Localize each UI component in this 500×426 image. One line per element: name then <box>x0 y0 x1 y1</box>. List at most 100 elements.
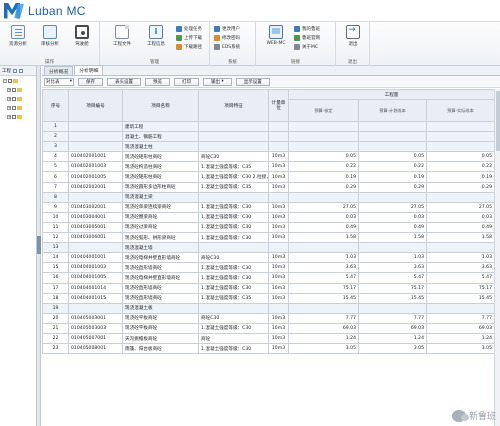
cell-feature[interactable]: 1.混凝土强度等级：C30 <box>198 201 269 213</box>
project-info-button[interactable]: 工程信息 <box>142 25 170 55</box>
cell-unit[interactable]: 10m3 <box>268 151 289 163</box>
cell-budget-planned[interactable]: 75.17 <box>358 282 427 294</box>
web-mc-button[interactable]: WEB-MC <box>262 25 290 55</box>
table-row[interactable]: 16 010404001005 现浇砼电梯井壁直形墙商砼 1.混凝土强度等级：C30 1… <box>42 272 495 284</box>
tree-expand-icon[interactable]: + <box>7 114 11 119</box>
cell-feature[interactable] <box>198 302 269 314</box>
col-header-quantity[interactable]: 工程量 <box>288 89 495 100</box>
vertical-scrollbar[interactable] <box>494 89 500 426</box>
cell-unit[interactable]: 10m3 <box>268 181 289 193</box>
cell-name[interactable]: 现浇砼直形墙商砼 <box>122 262 199 274</box>
cell-budget-approved[interactable] <box>288 191 359 203</box>
cell-budget-actual[interactable]: 7.77 <box>426 312 495 324</box>
cell-budget-approved[interactable]: 1.58 <box>288 232 359 244</box>
tree-node[interactable]: + <box>0 103 36 112</box>
cell-unit[interactable]: 10m3 <box>268 252 289 264</box>
tab-analysis-detail[interactable]: 分析明细 <box>74 65 104 75</box>
cell-code[interactable]: 010403005001 <box>68 221 123 234</box>
table-row[interactable]: 3 现浇混凝土柱 <box>42 141 495 153</box>
cell-seq[interactable]: 11 <box>42 221 69 234</box>
cell-seq[interactable]: 15 <box>42 262 69 274</box>
upload-download-button[interactable]: 上传下载 <box>176 34 202 42</box>
cell-budget-actual[interactable]: 69.03 <box>426 322 495 334</box>
exit-button[interactable]: 退出 <box>339 25 367 55</box>
scrollbar-thumb[interactable] <box>496 91 500 151</box>
cell-name[interactable]: 现浇砼圈梁商砼 <box>122 211 199 223</box>
table-row[interactable]: 19 现浇混凝土板 <box>42 302 495 314</box>
cell-name[interactable]: 雨篷、阳台板商砼 <box>122 343 199 355</box>
collapse-icon[interactable] <box>19 68 23 73</box>
cell-feature[interactable]: 1.混凝土强度等级：C30 <box>198 221 269 234</box>
cell-name[interactable]: 混凝土、钢筋工程 <box>122 131 199 143</box>
cell-budget-planned[interactable]: 0.05 <box>358 151 427 163</box>
cell-code[interactable]: 010403006001 <box>68 232 123 244</box>
cell-budget-approved[interactable]: 27.05 <box>288 201 359 213</box>
cell-budget-planned[interactable] <box>358 242 427 254</box>
cell-seq[interactable]: 19 <box>42 302 69 314</box>
cell-code[interactable]: 010402001003 <box>68 161 123 173</box>
cell-seq[interactable]: 8 <box>42 191 69 203</box>
cell-budget-approved[interactable]: 0.03 <box>288 211 359 223</box>
cell-budget-actual[interactable] <box>426 141 495 153</box>
cell-name[interactable]: 现浇砼平板商砼 <box>122 312 199 324</box>
cell-feature[interactable] <box>198 191 269 203</box>
col-header-seq[interactable]: 序号 <box>42 89 69 122</box>
cell-code[interactable] <box>68 191 123 203</box>
cell-unit[interactable]: 10m3 <box>268 211 289 223</box>
cell-budget-approved[interactable]: 69.03 <box>288 322 359 334</box>
table-row[interactable]: 5 010402001003 现浇砼构造柱商砼 1.混凝土强度等级：C35 10m3 0.… <box>42 161 495 173</box>
table-row[interactable]: 11 010403005001 现浇砼过梁商砼 1.混凝土强度等级：C30 10m3 0.… <box>42 221 495 234</box>
cell-unit[interactable]: 10m3 <box>268 201 289 213</box>
cell-feature[interactable]: 1.混凝土强度等级：C30 <box>198 282 269 294</box>
cell-budget-actual[interactable] <box>426 302 495 314</box>
cell-name[interactable]: 现浇砼矩形柱商砼 <box>122 151 199 163</box>
cell-budget-actual[interactable]: 1.03 <box>426 252 495 264</box>
tree-node[interactable]: - <box>0 76 36 85</box>
cell-unit[interactable]: 10m3 <box>268 322 289 334</box>
table-row[interactable]: 22 010405007001 天沟挑檐板商砼 商砼 10m3 1.24 1.24 1.24 <box>42 332 495 345</box>
cell-name[interactable]: 现浇混凝土墙 <box>122 242 199 254</box>
cell-budget-planned[interactable] <box>358 141 427 153</box>
cell-seq[interactable]: 17 <box>42 282 69 294</box>
cell-unit[interactable]: 10m3 <box>268 282 289 294</box>
table-row[interactable]: 10 010403004001 现浇砼圈梁商砼 1.混凝土强度等级：C30 10m3 0.… <box>42 211 495 223</box>
cell-code[interactable]: 010404001005 <box>68 272 123 284</box>
cell-seq[interactable]: 3 <box>42 141 69 153</box>
cell-budget-approved[interactable]: 3.05 <box>288 343 359 355</box>
cell-budget-actual[interactable] <box>426 191 495 203</box>
tree-checkbox[interactable] <box>12 114 16 119</box>
cell-code[interactable]: 010405008001 <box>68 343 123 355</box>
cell-name[interactable]: 现浇砼电梯井壁直形墙商砼 <box>122 272 199 284</box>
change-password-button[interactable]: 修改密码 <box>214 34 240 42</box>
cell-name[interactable]: 现浇砼过梁商砼 <box>122 221 199 234</box>
cell-unit[interactable] <box>268 242 289 254</box>
cell-feature[interactable] <box>198 242 269 254</box>
cell-feature[interactable]: 商砼C30 <box>198 312 269 324</box>
tree-expand-icon[interactable]: + <box>7 96 11 101</box>
cell-code[interactable]: 010403004001 <box>68 211 123 223</box>
cell-feature[interactable]: 1.混凝土强度等级：C30 <box>198 232 269 244</box>
cell-seq[interactable]: 13 <box>42 242 69 254</box>
cell-name[interactable]: 现浇砼单梁连续梁商砼 <box>122 201 199 213</box>
cell-budget-actual[interactable]: 5.47 <box>426 272 495 284</box>
cell-unit[interactable] <box>268 120 289 133</box>
table-row[interactable]: 12 010403006001 现浇砼弧形、拱形梁商砼 1.混凝土强度等级：C30 10… <box>42 232 495 244</box>
cell-feature[interactable]: 1.混凝土强度等级：C30 <box>198 262 269 274</box>
cell-code[interactable] <box>68 141 123 153</box>
cell-seq[interactable]: 21 <box>42 322 69 334</box>
cell-unit[interactable] <box>268 302 289 314</box>
cell-seq[interactable]: 1 <box>42 120 69 133</box>
cell-name[interactable]: 现浇砼构造柱商砼 <box>122 161 199 173</box>
cell-feature[interactable]: 商砼C30 <box>198 151 269 163</box>
cell-budget-approved[interactable] <box>288 141 359 153</box>
table-row[interactable]: 23 010405008001 雨篷、阳台板商砼 1.混凝土强度等级：C30 10m3 3… <box>42 343 495 355</box>
splitter-grip[interactable] <box>37 236 41 254</box>
cell-budget-planned[interactable]: 0.49 <box>358 221 427 234</box>
table-row[interactable]: 18 010404001015 现浇砼直形墙商砼 1.混凝土强度等级：C35 10m3 1… <box>42 292 495 304</box>
cell-name[interactable]: 现浇砼直形墙商砼 <box>122 292 199 304</box>
cell-code[interactable]: 010402001001 <box>68 151 123 163</box>
cell-budget-actual[interactable]: 0.19 <box>426 171 495 183</box>
cell-seq[interactable]: 23 <box>42 343 69 355</box>
cell-code[interactable]: 010404001014 <box>68 282 123 294</box>
cell-budget-approved[interactable]: 75.17 <box>288 282 359 294</box>
